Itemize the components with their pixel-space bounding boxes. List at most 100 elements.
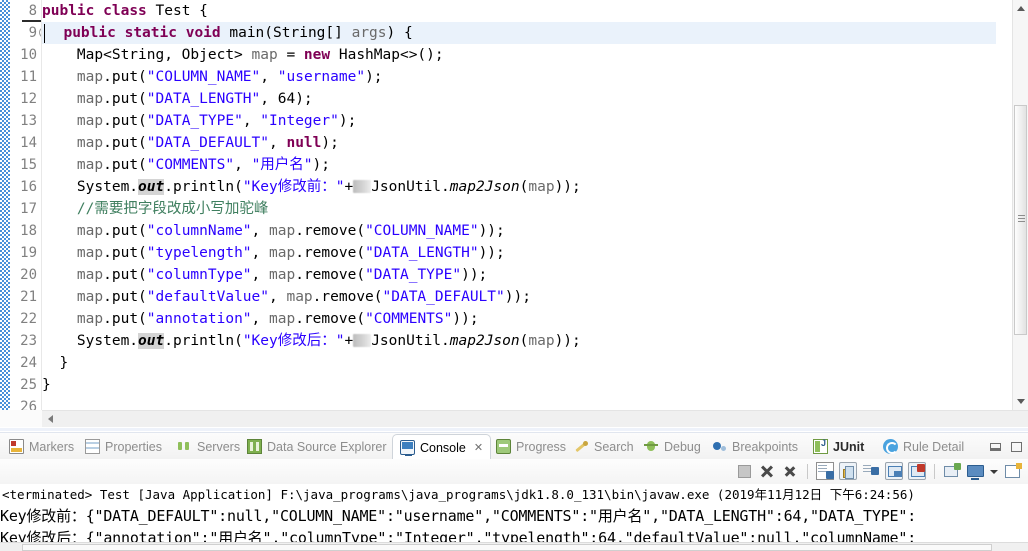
- line-number: 12: [20, 91, 37, 107]
- console-output-line: Key修改前：{"DATA_DEFAULT":null,"COLUMN_NAME…: [0, 507, 917, 525]
- database-icon: [247, 439, 262, 454]
- toolbar-separator: [807, 463, 808, 479]
- editor-horizontal-scrollbar[interactable]: [42, 410, 1028, 427]
- line-number: 20: [20, 267, 37, 283]
- code-line-9: public static void main(String[] args) {: [63, 25, 413, 41]
- editor-bottom-divider: [0, 428, 1028, 431]
- progress-icon: [496, 439, 511, 454]
- tab-rule-detail[interactable]: Rule Detail: [876, 433, 971, 460]
- scroll-grip-icon: [1018, 215, 1025, 224]
- code-line-23: System.out.println("Key修改后："+ JsonUtil.ma…: [42, 333, 581, 349]
- breakpoints-icon: [712, 439, 727, 454]
- tab-markers[interactable]: Markers: [2, 433, 81, 460]
- code-line-13: map.put("DATA_TYPE", "Integer");: [76, 113, 357, 129]
- view-tab-bar[interactable]: Markers Properties Servers Data Source E…: [0, 432, 1028, 460]
- line-number: 8: [28, 3, 37, 19]
- code-line-21: map.put("defaultValue", map.remove("DATA…: [76, 289, 531, 305]
- console-icon: [400, 440, 415, 456]
- remove-all-launches-icon[interactable]: [781, 462, 799, 480]
- change-ruler[interactable]: [0, 0, 10, 410]
- view-window-buttons[interactable]: [990, 433, 1022, 460]
- console-dropdown-icon[interactable]: [989, 462, 999, 480]
- tab-data-source-explorer[interactable]: Data Source Explorer: [240, 433, 394, 460]
- open-console-icon[interactable]: [1004, 462, 1022, 480]
- console-toolbar[interactable]: [0, 459, 1028, 484]
- scroll-down-button[interactable]: [1013, 393, 1028, 410]
- console-scroll-thumb[interactable]: [22, 544, 992, 551]
- line-number: 25: [20, 377, 37, 393]
- code-line-17: //需要把字段改成小写加驼峰: [42, 201, 269, 217]
- code-line-20: map.put("columnType", map.remove("DATA_T…: [76, 267, 488, 283]
- minimize-icon[interactable]: [990, 442, 1001, 451]
- new-console-view-icon[interactable]: [943, 462, 961, 480]
- line-number: 21: [20, 289, 37, 305]
- line-number: 18: [20, 223, 37, 239]
- debug-icon: [644, 439, 659, 454]
- code-line-12: map.put("DATA_LENGTH", 64);: [76, 91, 313, 107]
- tab-breakpoints[interactable]: Breakpoints: [705, 433, 805, 460]
- tab-servers[interactable]: Servers: [170, 433, 247, 460]
- editor-scroll-corner: [0, 410, 42, 427]
- maximize-icon[interactable]: [1011, 441, 1022, 452]
- line-number: 10: [20, 47, 37, 63]
- pin-console-icon[interactable]: [908, 462, 926, 480]
- tab-label: Breakpoints: [732, 439, 799, 454]
- line-number: 16: [20, 179, 37, 195]
- console-view[interactable]: <terminated> Test [Java Application] F:\…: [0, 459, 1028, 551]
- tab-label: Debug: [664, 439, 701, 454]
- line-number: 11: [20, 69, 37, 85]
- display-selected-console-icon[interactable]: [966, 462, 984, 480]
- show-console-on-output-icon[interactable]: [885, 462, 903, 480]
- code-text-area[interactable]: public class Test { public static void m…: [42, 0, 1012, 410]
- scroll-lock-icon[interactable]: [839, 462, 857, 480]
- code-line-8: public class Test {: [42, 3, 208, 19]
- tab-junit[interactable]: JUnit: [806, 433, 871, 460]
- line-number: 9: [28, 25, 37, 41]
- tab-label: JUnit: [833, 439, 865, 454]
- tab-debug[interactable]: Debug: [637, 433, 708, 460]
- line-number: 24: [20, 355, 37, 371]
- console-horizontal-scrollbar[interactable]: [0, 542, 1028, 551]
- line-number: 15: [20, 157, 37, 173]
- line-number: 23: [20, 333, 37, 349]
- tab-label: Search: [594, 439, 634, 454]
- tab-console[interactable]: Console ✕: [392, 434, 492, 460]
- tab-label: Markers: [29, 439, 75, 454]
- search-icon: [574, 439, 589, 454]
- tab-search[interactable]: Search: [567, 433, 641, 460]
- vertical-scroll-thumb[interactable]: [1014, 105, 1027, 335]
- line-number: 19: [20, 245, 37, 261]
- console-output[interactable]: <terminated> Test [Java Application] F:\…: [0, 484, 1028, 551]
- line-number: 17: [20, 201, 37, 217]
- tab-properties[interactable]: Properties: [78, 433, 169, 460]
- properties-icon: [85, 439, 100, 454]
- code-line-16: System.out.println("Key修改前："+ JsonUtil.ma…: [42, 179, 581, 195]
- rule-detail-icon: [883, 439, 898, 454]
- line-number: 14: [20, 135, 37, 151]
- redacted-block: [353, 334, 372, 347]
- console-status-line: <terminated> Test [Java Application] F:\…: [2, 487, 915, 502]
- code-line-24: }: [42, 355, 69, 371]
- scroll-up-button[interactable]: [1013, 0, 1028, 17]
- code-line-18: map.put("columnName", map.remove("COLUMN…: [76, 223, 505, 239]
- editor-vertical-scrollbar[interactable]: [1012, 0, 1028, 410]
- tab-progress[interactable]: Progress: [489, 433, 573, 460]
- terminate-icon[interactable]: [735, 462, 753, 480]
- remove-launch-icon[interactable]: [758, 462, 776, 480]
- code-line-11: map.put("COLUMN_NAME", "username");: [76, 69, 383, 85]
- line-number: 22: [20, 311, 37, 327]
- tab-label: Data Source Explorer: [267, 439, 387, 454]
- clear-console-icon[interactable]: [816, 462, 834, 480]
- close-icon[interactable]: ✕: [474, 441, 483, 454]
- java-editor[interactable]: 8 9 10 11 12 13 14 15 16 17 18 19 20 21 …: [0, 0, 1028, 432]
- scroll-left-button[interactable]: [42, 411, 59, 427]
- word-wrap-icon[interactable]: [862, 462, 880, 480]
- text-caret: [44, 24, 45, 43]
- tab-label: Servers: [197, 439, 241, 454]
- code-line-10: Map<String, Object> map = new HashMap<>(…: [42, 47, 444, 63]
- code-line-19: map.put("typelength", map.remove("DATA_L…: [76, 245, 505, 261]
- code-line-22: map.put("annotation", map.remove("COMMEN…: [76, 311, 479, 327]
- toolbar-separator: [934, 463, 935, 479]
- tab-label: Console: [420, 440, 466, 455]
- code-line-14: map.put("DATA_DEFAULT", null);: [76, 135, 339, 151]
